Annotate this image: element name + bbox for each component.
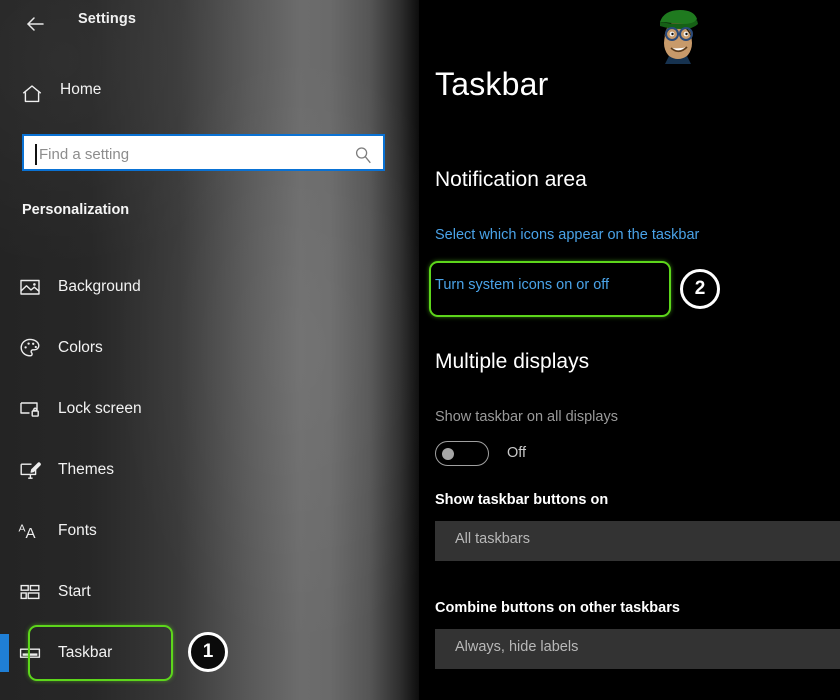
sidebar-section-heading: Personalization <box>22 202 129 218</box>
sidebar-item-colors[interactable]: Colors <box>0 326 419 370</box>
sidebar: Settings Home Find a setting Personal <box>0 0 419 700</box>
palette-icon <box>18 336 42 360</box>
main-panel: Taskbar Notification area Select which i… <box>419 0 840 700</box>
taskbar-icon <box>18 641 42 665</box>
sidebar-item-themes[interactable]: Themes <box>0 448 419 492</box>
svg-text:A: A <box>26 525 36 542</box>
label-show-taskbar-buttons-on: Show taskbar buttons on <box>435 492 608 508</box>
annotation-marker-2: 2 <box>680 269 720 309</box>
sidebar-item-label-home: Home <box>60 81 101 99</box>
sidebar-item-start[interactable]: Start <box>0 570 419 614</box>
section-heading-notification-area: Notification area <box>435 168 587 192</box>
section-heading-multiple-displays: Multiple displays <box>435 350 589 374</box>
label-combine-buttons-other-taskbars: Combine buttons on other taskbars <box>435 600 680 616</box>
sidebar-item-label-colors: Colors <box>58 336 103 360</box>
picture-icon <box>18 275 42 299</box>
link-select-which-icons[interactable]: Select which icons appear on the taskbar <box>435 227 699 243</box>
monitor-brush-icon <box>18 458 42 482</box>
sidebar-item-home[interactable]: Home <box>0 76 419 112</box>
sidebar-item-label-background: Background <box>58 275 141 299</box>
window-titlebar: Settings <box>0 0 419 48</box>
search-input[interactable]: Find a setting <box>22 134 385 171</box>
annotation-marker-2-number: 2 <box>695 278 706 300</box>
settings-window: Settings Home Find a setting Personal <box>0 0 840 700</box>
text-caret <box>35 144 37 165</box>
toggle-knob <box>442 448 454 460</box>
font-size-icon: A A <box>18 519 42 543</box>
search-icon[interactable] <box>353 145 373 165</box>
sidebar-item-label-fonts: Fonts <box>58 519 97 543</box>
sidebar-item-label-themes: Themes <box>58 458 114 482</box>
page-title: Taskbar <box>435 66 548 103</box>
sidebar-item-background[interactable]: Background <box>0 265 419 309</box>
annotation-marker-1: 1 <box>188 632 228 672</box>
home-icon <box>20 82 44 106</box>
user-avatar-icon <box>647 6 709 64</box>
toggle-show-taskbar-all-displays[interactable] <box>435 441 489 466</box>
annotation-marker-1-number: 1 <box>203 641 214 663</box>
dropdown-combine-buttons-other-taskbars[interactable]: Always, hide labels <box>435 629 840 669</box>
dropdown-show-taskbar-buttons-on[interactable]: All taskbars <box>435 521 840 561</box>
window-title: Settings <box>78 11 136 27</box>
search-placeholder: Find a setting <box>39 144 129 165</box>
sidebar-item-label-lock-screen: Lock screen <box>58 397 142 421</box>
label-show-taskbar-all-displays: Show taskbar on all displays <box>435 409 618 425</box>
monitor-lock-icon <box>18 397 42 421</box>
sidebar-item-label-taskbar: Taskbar <box>58 641 112 665</box>
sidebar-item-label-start: Start <box>58 580 91 604</box>
start-tiles-icon <box>18 580 42 604</box>
sidebar-item-fonts[interactable]: A A Fonts <box>0 509 419 553</box>
svg-text:A: A <box>19 523 26 535</box>
dropdown-value-buttons-on: All taskbars <box>455 531 530 547</box>
selected-accent-bar <box>0 634 9 672</box>
sidebar-item-lock-screen[interactable]: Lock screen <box>0 387 419 431</box>
toggle-state-label: Off <box>507 445 526 461</box>
dropdown-value-combine-other: Always, hide labels <box>455 639 578 655</box>
back-arrow-icon[interactable] <box>22 11 48 37</box>
link-turn-system-icons[interactable]: Turn system icons on or off <box>435 277 609 293</box>
